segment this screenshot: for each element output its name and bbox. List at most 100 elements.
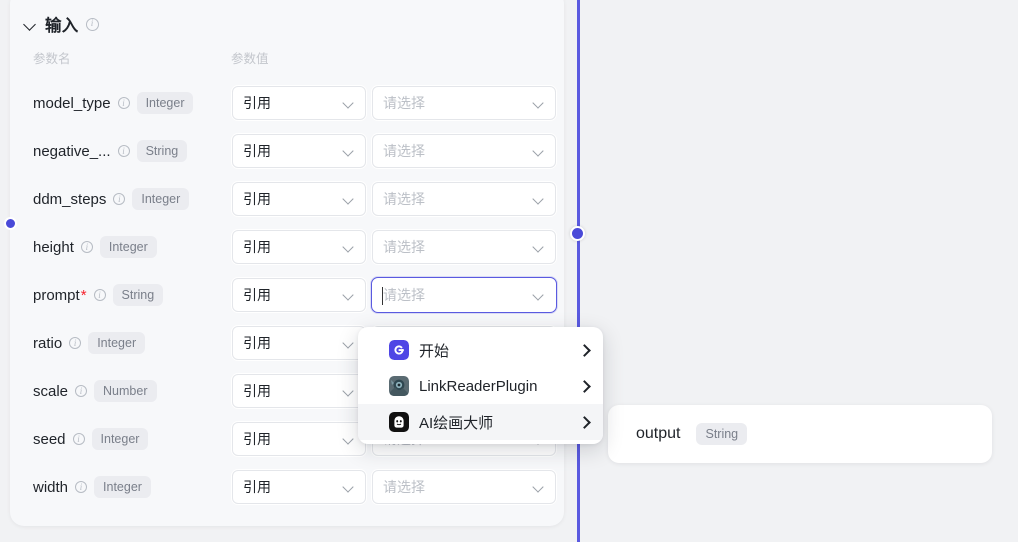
parameter-value-select[interactable]: 请选择 <box>371 85 557 121</box>
column-header-param-value: 参数值 <box>231 52 269 66</box>
reference-mode-value: 引用 <box>243 143 271 159</box>
text-cursor <box>382 287 383 305</box>
reference-mode-select[interactable]: 引用 <box>231 277 367 313</box>
dropdown-item[interactable]: LinkReaderPlugin <box>358 368 603 404</box>
chevron-down-icon[interactable] <box>533 193 545 205</box>
chevron-down-icon[interactable] <box>343 145 355 157</box>
reference-mode-select[interactable]: 引用 <box>231 229 367 265</box>
column-headers: 参数名 参数值 <box>10 36 564 67</box>
parameter-value-placeholder: 请选择 <box>383 143 425 159</box>
chevron-right-icon[interactable] <box>579 415 591 429</box>
parameter-value-cell: 引用 请选择 <box>231 133 557 169</box>
parameter-type-chip: Integer <box>88 332 146 354</box>
parameter-name: seed <box>33 430 66 448</box>
parameter-row: prompt * i String 引用 请选择 <box>10 271 564 319</box>
node-boundary-line <box>577 0 580 542</box>
dropdown-item-label: AI绘画大师 <box>419 414 494 432</box>
reference-source-dropdown[interactable]: 开始 LinkReaderPlugin AI绘画大师 <box>358 327 603 444</box>
reference-mode-value: 引用 <box>243 335 271 351</box>
chevron-down-icon[interactable] <box>343 289 355 301</box>
required-marker: * <box>80 286 87 304</box>
chevron-right-icon[interactable] <box>579 343 591 357</box>
reference-mode-select[interactable]: 引用 <box>231 181 367 217</box>
info-circle-icon[interactable]: i <box>75 481 88 493</box>
parameter-value-select[interactable]: 请选择 <box>371 133 557 169</box>
parameter-value-select[interactable]: 请选择 <box>371 229 557 265</box>
info-circle-icon[interactable]: i <box>72 433 85 445</box>
info-circle-icon[interactable]: i <box>113 193 126 205</box>
dropdown-item[interactable]: 开始 <box>358 332 603 368</box>
parameter-name-cell: ddm_steps i Integer <box>33 188 231 210</box>
parameter-row: model_type i Integer 引用 请选择 <box>10 79 564 127</box>
parameter-value-cell: 引用 请选择 <box>231 277 557 313</box>
info-circle-icon[interactable]: i <box>117 97 130 109</box>
parameter-name: negative_... <box>33 142 111 160</box>
parameter-name: scale <box>33 382 69 400</box>
parameter-value-placeholder: 请选择 <box>383 239 425 255</box>
reference-mode-select[interactable]: 引用 <box>231 373 367 409</box>
parameter-row: height i Integer 引用 请选择 <box>10 223 564 271</box>
chevron-down-icon[interactable] <box>533 481 545 493</box>
parameter-value-select[interactable]: 请选择 <box>371 469 557 505</box>
parameter-value-placeholder: 请选择 <box>383 191 425 207</box>
reference-mode-value: 引用 <box>243 383 271 399</box>
chevron-down-icon[interactable] <box>343 385 355 397</box>
chevron-down-icon[interactable] <box>343 433 355 445</box>
reference-mode-select[interactable]: 引用 <box>231 421 367 457</box>
reference-mode-value: 引用 <box>243 95 271 111</box>
input-section-header[interactable]: 输入 i <box>10 0 564 36</box>
input-connector-dot[interactable] <box>4 217 17 230</box>
chevron-down-icon[interactable] <box>343 193 355 205</box>
info-circle-icon[interactable]: i <box>93 289 106 301</box>
parameter-name: height <box>33 238 74 256</box>
ai-painting-master-icon <box>389 412 409 432</box>
chevron-down-icon[interactable] <box>343 481 355 493</box>
info-circle-icon[interactable]: i <box>117 145 130 157</box>
input-node-card[interactable]: 输入 i 参数名 参数值 model_type i Integer 引用 请选择 nega… <box>4 0 564 526</box>
chevron-down-icon[interactable] <box>533 289 545 301</box>
chevron-right-icon[interactable] <box>579 379 591 393</box>
parameter-value-placeholder: 请选择 <box>383 479 425 495</box>
reference-mode-select[interactable]: 引用 <box>231 133 367 169</box>
parameter-name: model_type <box>33 94 111 112</box>
info-circle-icon[interactable]: i <box>75 385 88 397</box>
parameter-type-chip: Number <box>94 380 157 402</box>
parameter-name-cell: negative_... i String <box>33 140 231 162</box>
info-circle-icon[interactable]: i <box>85 17 99 31</box>
parameter-name-cell: model_type i Integer <box>33 92 231 114</box>
parameter-value-cell: 引用 请选择 <box>231 181 557 217</box>
reference-mode-select[interactable]: 引用 <box>231 469 367 505</box>
reference-mode-select[interactable]: 引用 <box>231 85 367 121</box>
parameter-rows: model_type i Integer 引用 请选择 negative_... i Stri… <box>10 67 564 511</box>
chevron-down-icon[interactable] <box>343 337 355 349</box>
reference-mode-value: 引用 <box>243 479 271 495</box>
parameter-value-cell: 引用 请选择 <box>231 229 557 265</box>
chevron-down-icon[interactable] <box>24 17 38 31</box>
info-circle-icon[interactable]: i <box>69 337 82 349</box>
parameter-value-select[interactable]: 请选择 <box>371 277 557 313</box>
parameter-value-select[interactable]: 请选择 <box>371 181 557 217</box>
dropdown-item-label: LinkReaderPlugin <box>419 377 538 395</box>
info-circle-icon[interactable]: i <box>80 241 93 253</box>
dropdown-item[interactable]: AI绘画大师 <box>358 404 603 440</box>
output-param-name: output <box>636 425 681 442</box>
reference-mode-value: 引用 <box>243 191 271 207</box>
page-title: 输入 <box>45 17 79 35</box>
parameter-type-chip: Integer <box>136 92 194 114</box>
reference-mode-value: 引用 <box>243 431 271 447</box>
canvas: 输入 i 参数名 参数值 model_type i Integer 引用 请选择 nega… <box>0 0 1018 542</box>
output-connector-dot[interactable] <box>570 226 585 241</box>
parameter-name: ddm_steps <box>33 190 107 208</box>
column-header-param-name: 参数名 <box>33 52 71 66</box>
chevron-down-icon[interactable] <box>533 97 545 109</box>
output-node-card[interactable]: output String <box>608 405 992 463</box>
parameter-name-cell: scale i Number <box>33 380 231 402</box>
chevron-down-icon[interactable] <box>533 241 545 253</box>
parameter-value-placeholder: 请选择 <box>383 287 425 303</box>
chevron-down-icon[interactable] <box>343 97 355 109</box>
reference-mode-select[interactable]: 引用 <box>231 325 367 361</box>
chevron-down-icon[interactable] <box>533 145 545 157</box>
chevron-down-icon[interactable] <box>343 241 355 253</box>
parameter-name-cell: prompt * i String <box>33 284 231 306</box>
output-type-chip: String <box>696 423 748 445</box>
